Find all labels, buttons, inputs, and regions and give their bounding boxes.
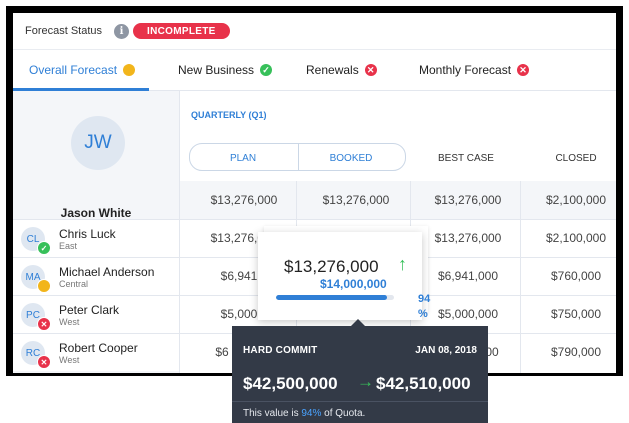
tab-label: New Business [178, 63, 255, 77]
forecast-status-bar: Forecast Status i INCOMPLETE [13, 13, 616, 50]
tab-overall-forecast[interactable]: Overall Forecast [29, 50, 136, 90]
quota-progress-bar [276, 295, 394, 300]
arrow-right-icon: → [357, 372, 374, 391]
rep-closed[interactable]: $760,000 [521, 269, 616, 283]
quota-percent: 94 [418, 293, 431, 305]
divider [13, 219, 616, 220]
owner-name: Jason White [60, 206, 132, 220]
booked-popover: $13,276,000 ↑ $14,000,000 94 % [258, 232, 430, 320]
column-closed[interactable]: CLOSED [521, 153, 616, 164]
rep-closed[interactable]: $750,000 [521, 307, 616, 321]
booked-value: $13,276,000 [284, 257, 379, 276]
status-badge: INCOMPLETE [133, 23, 230, 39]
quota-note: This value is 94% of Quota. [243, 408, 365, 419]
error-icon: ✕ [364, 64, 377, 76]
rep-name: Michael Anderson [59, 265, 155, 279]
rep-name: Robert Cooper [59, 341, 138, 355]
pending-status-icon [37, 279, 51, 293]
rep-region: West [59, 355, 80, 365]
total-closed[interactable]: $2,100,000 [521, 193, 616, 207]
trend-up-icon: ↑ [398, 254, 407, 274]
quota-note-prefix: This value is [243, 408, 302, 419]
check-icon: ✓ [260, 64, 273, 76]
rep-region: East [59, 241, 78, 251]
total-plan[interactable]: $13,276,000 [185, 193, 303, 207]
tab-new-business[interactable]: New Business ✓ [178, 50, 273, 90]
avatar: JW [71, 116, 125, 170]
error-icon: ✕ [37, 355, 51, 369]
rep-region: Central [59, 279, 89, 289]
error-icon: ✕ [517, 64, 530, 76]
tooltip-caret [351, 319, 365, 326]
divider [179, 91, 180, 373]
check-icon: ✓ [37, 241, 51, 255]
total-booked[interactable]: $13,276,000 [297, 193, 415, 207]
hard-commit-tooltip: HARD COMMIT JAN 08, 2018 $42,500,000 → $… [232, 326, 488, 423]
new-value: $42,510,000 [376, 374, 471, 393]
rep-closed[interactable]: $2,100,000 [521, 231, 616, 245]
rep-row[interactable]: PC ✕ Peter Clark West [13, 295, 179, 333]
rep-closed[interactable]: $790,000 [521, 345, 616, 359]
quota-value: $14,000,000 [320, 277, 387, 291]
forecast-status-label: Forecast Status [25, 25, 103, 37]
rep-region: West [59, 317, 80, 327]
column-booked[interactable]: BOOKED [297, 153, 405, 164]
tooltip-title: HARD COMMIT [243, 345, 318, 356]
quota-note-suffix: of Quota. [321, 408, 366, 419]
info-icon[interactable]: i [114, 23, 130, 39]
tab-label: Monthly Forecast [419, 63, 512, 77]
tab-monthly-forecast[interactable]: Monthly Forecast ✕ [419, 50, 530, 90]
forecast-tabs: Overall Forecast New Business ✓ Renewals… [13, 50, 616, 91]
tab-renewals[interactable]: Renewals ✕ [306, 50, 377, 90]
column-best-case[interactable]: BEST CASE [411, 153, 521, 164]
rep-row[interactable]: RC ✕ Robert Cooper West [13, 333, 179, 371]
pending-status-icon [123, 64, 136, 76]
tab-label: Renewals [306, 63, 359, 77]
tooltip-date: JAN 08, 2018 [415, 345, 477, 356]
period-label[interactable]: QUARTERLY (Q1) [191, 110, 267, 120]
quota-percent-sign: % [418, 308, 428, 320]
column-plan[interactable]: PLAN [189, 153, 297, 164]
tab-label: Overall Forecast [29, 63, 118, 77]
rep-row[interactable]: MA Michael Anderson Central [13, 257, 179, 295]
error-icon: ✕ [37, 317, 51, 331]
quota-note-percent: 94% [301, 408, 322, 419]
divider [232, 401, 488, 402]
rep-row[interactable]: CL ✓ Chris Luck East [13, 219, 179, 257]
total-best-case[interactable]: $13,276,000 [409, 193, 527, 207]
rep-name: Peter Clark [59, 303, 120, 317]
quota-progress-fill [276, 295, 387, 300]
previous-value: $42,500,000 [243, 374, 338, 393]
rep-name: Chris Luck [59, 227, 116, 241]
